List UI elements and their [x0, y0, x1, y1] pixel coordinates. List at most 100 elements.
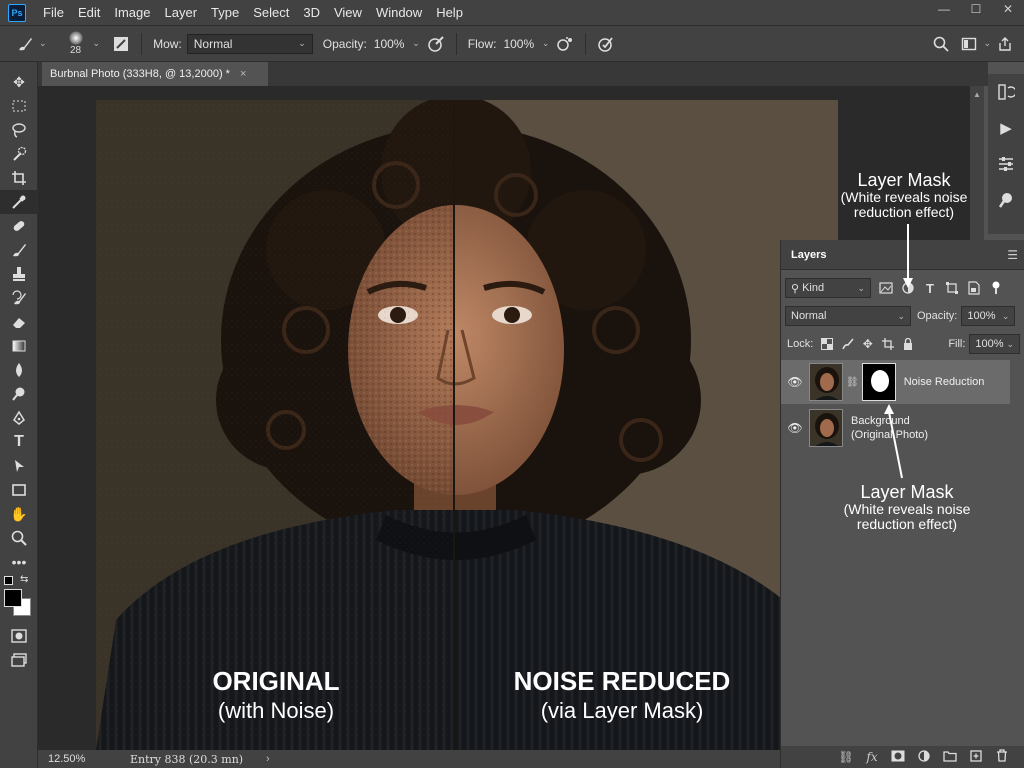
trash-icon[interactable]: [989, 749, 1015, 765]
brush-tool-icon[interactable]: [14, 33, 36, 55]
brush-tool-icon[interactable]: [0, 238, 38, 262]
chevron-down-icon[interactable]: ⌄: [39, 38, 47, 49]
crop-tool-icon[interactable]: [0, 166, 38, 190]
layers-tab[interactable]: Layers: [789, 249, 828, 261]
menu-help[interactable]: Help: [429, 5, 470, 20]
eye-visibility-icon[interactable]: 👁: [781, 375, 809, 389]
airbrush-icon[interactable]: [554, 33, 576, 55]
menu-3d[interactable]: 3D: [296, 5, 327, 20]
menu-file[interactable]: File: [36, 5, 71, 20]
menu-edit[interactable]: Edit: [71, 5, 107, 20]
history-panel-icon[interactable]: [988, 74, 1024, 110]
lock-artboard-icon[interactable]: [878, 334, 898, 354]
zoom-level[interactable]: 12.50%: [48, 753, 118, 765]
zoom-tool-icon[interactable]: [0, 526, 38, 550]
quick-mask-icon[interactable]: [0, 624, 38, 648]
close-window-button[interactable]: ✕: [992, 0, 1024, 18]
link-layers-icon[interactable]: ⛓: [833, 750, 859, 764]
kind-filter-select[interactable]: ⚲ Kind ⌄: [785, 278, 871, 298]
foreground-color-swatch[interactable]: [4, 589, 22, 607]
layer-opacity-input[interactable]: 100% ⌄: [961, 306, 1016, 326]
opacity-value: 100%: [373, 36, 405, 51]
menu-type[interactable]: Type: [204, 5, 246, 20]
annotation-top-arrow: [903, 224, 913, 288]
brush-preset-picker[interactable]: 28: [59, 28, 93, 60]
search-icon[interactable]: [930, 33, 952, 55]
brushes-panel-icon[interactable]: [988, 182, 1024, 218]
layer-opacity-value: 100%: [967, 310, 996, 322]
lock-transparent-icon[interactable]: [817, 334, 837, 354]
chevron-down-icon[interactable]: ⌄: [983, 38, 991, 49]
menu-window[interactable]: Window: [369, 5, 429, 20]
blur-tool-icon[interactable]: [0, 358, 38, 382]
more-tools-icon[interactable]: •••: [0, 550, 38, 574]
status-menu-arrow[interactable]: ›: [266, 753, 270, 765]
adjustments-panel-icon[interactable]: [988, 146, 1024, 182]
history-brush-tool-icon[interactable]: [0, 286, 38, 310]
scroll-up-icon[interactable]: ▲: [970, 90, 984, 99]
minimize-button[interactable]: —: [928, 0, 960, 18]
swap-colors-icon[interactable]: ⇆: [20, 574, 28, 585]
eyedropper-tool-icon[interactable]: [0, 190, 38, 214]
default-colors-icon[interactable]: [4, 576, 13, 585]
blend-mode-value: Normal: [791, 310, 827, 322]
type-filter-icon[interactable]: T: [919, 278, 941, 298]
lock-all-icon[interactable]: [898, 334, 918, 354]
healing-brush-tool-icon[interactable]: [0, 214, 38, 238]
menu-select[interactable]: Select: [246, 5, 296, 20]
blend-mode-select[interactable]: Normal ⌄: [785, 306, 911, 326]
menu-layer[interactable]: Layer: [158, 5, 205, 20]
filter-toggle-icon[interactable]: [985, 278, 1007, 298]
rectangle-tool-icon[interactable]: [0, 478, 38, 502]
flow-input[interactable]: 100% ⌄: [501, 34, 551, 54]
gradient-tool-icon[interactable]: [0, 334, 38, 358]
close-icon[interactable]: ×: [240, 68, 246, 80]
layer-mask-thumbnail[interactable]: [861, 363, 896, 401]
share-icon[interactable]: [994, 33, 1016, 55]
marquee-tool-icon[interactable]: [0, 94, 38, 118]
type-tool-icon[interactable]: T: [0, 430, 38, 454]
panel-menu-icon[interactable]: ☰: [1007, 248, 1018, 262]
chevron-down-icon[interactable]: ⌄: [93, 38, 101, 49]
image-filter-icon[interactable]: [875, 278, 897, 298]
path-selection-tool-icon[interactable]: [0, 454, 38, 478]
mode-select[interactable]: Normal ⌄: [186, 33, 313, 54]
lock-position-icon[interactable]: ✥: [858, 334, 878, 354]
mode-value: Normal: [193, 36, 233, 51]
opacity-input[interactable]: 100% ⌄: [372, 34, 422, 54]
photo-canvas[interactable]: ORIGINAL (with Noise) NOISE REDUCED (via…: [96, 100, 838, 750]
brush-settings-icon[interactable]: [110, 33, 132, 55]
pen-tool-icon[interactable]: [0, 406, 38, 430]
pressure-size-icon[interactable]: [595, 33, 617, 55]
layer-row-noise-reduction[interactable]: 👁 ⛓ Noise Reduction: [781, 360, 1010, 404]
shape-filter-icon[interactable]: [941, 278, 963, 298]
fill-input[interactable]: 100% ⌄: [969, 334, 1020, 354]
hand-tool-icon[interactable]: ✋: [0, 502, 38, 526]
new-layer-icon[interactable]: [963, 749, 989, 765]
menu-image[interactable]: Image: [107, 5, 157, 20]
dodge-tool-icon[interactable]: [0, 382, 38, 406]
menu-view[interactable]: View: [327, 5, 369, 20]
layers-footer: ⛓ fx: [781, 746, 1024, 768]
eraser-tool-icon[interactable]: [0, 310, 38, 334]
screen-mode-icon[interactable]: [0, 648, 38, 672]
lasso-tool-icon[interactable]: [0, 118, 38, 142]
actions-play-icon[interactable]: ▶: [988, 110, 1024, 146]
eye-visibility-icon[interactable]: 👁: [781, 421, 809, 435]
add-mask-icon[interactable]: [885, 750, 911, 765]
blend-row: Normal ⌄ Opacity: 100% ⌄: [781, 302, 1024, 330]
adjustment-layer-icon[interactable]: [911, 749, 937, 765]
quick-select-tool-icon[interactable]: [0, 142, 38, 166]
maximize-button[interactable]: ☐: [960, 0, 992, 18]
workspace-icon[interactable]: [958, 33, 980, 55]
move-tool-icon[interactable]: ✥: [0, 70, 38, 94]
fx-icon[interactable]: fx: [859, 750, 885, 764]
smart-object-filter-icon[interactable]: [963, 278, 985, 298]
document-tab[interactable]: Burbnal Photo (333H8, @ 13,2000) * ×: [42, 62, 268, 86]
menu-bar: Ps File Edit Image Layer Type Select 3D …: [0, 0, 1024, 26]
pressure-opacity-icon[interactable]: [425, 33, 447, 55]
clone-stamp-tool-icon[interactable]: [0, 262, 38, 286]
folder-icon[interactable]: [937, 750, 963, 765]
lock-pixels-icon[interactable]: [838, 334, 858, 354]
link-icon[interactable]: ⛓: [846, 377, 859, 388]
